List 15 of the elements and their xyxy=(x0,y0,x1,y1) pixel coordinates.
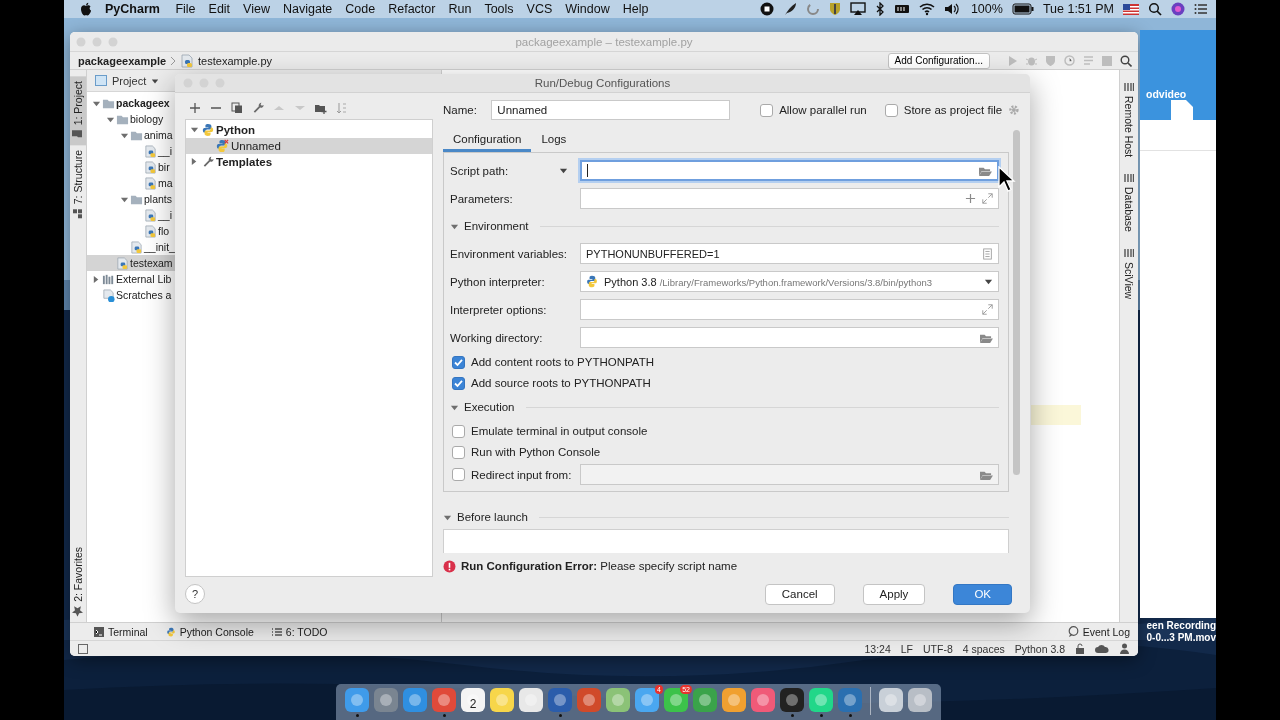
field-label: Name: xyxy=(443,104,478,116)
field-label: Environment variables: xyxy=(450,247,567,260)
dialog-title: Run/Debug Configurations xyxy=(533,77,672,89)
section-title: Environment xyxy=(464,220,529,232)
section-title: Execution xyxy=(464,401,515,413)
error-message: Run Configuration Error: Please specify script name xyxy=(461,560,738,573)
field-label: Parameters: xyxy=(450,192,513,205)
field-label: Python interpreter: xyxy=(450,275,545,288)
battery-percentage: 100% xyxy=(970,2,1003,16)
section-title: Before launch xyxy=(457,511,528,524)
field-label: Working directory: xyxy=(450,331,543,344)
field-label: Interpreter options: xyxy=(450,303,547,316)
window-title: packageexample – testexample.py xyxy=(514,35,694,48)
field-label: Script path: xyxy=(450,164,509,177)
calendar-date: 2 xyxy=(469,697,477,711)
